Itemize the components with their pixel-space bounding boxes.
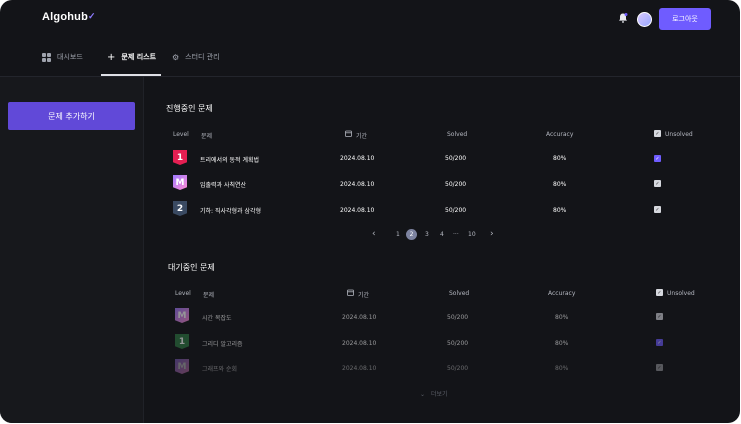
show-more-button[interactable]: ⌄ 더보기 (420, 389, 448, 398)
calendar-icon (345, 130, 352, 139)
problem-solved: 50/200 (447, 314, 469, 321)
level-badge: 2 (173, 201, 187, 216)
unsolved-checkbox[interactable]: ✓ (654, 180, 661, 187)
problem-title[interactable]: 시간 복잡도 (202, 313, 232, 322)
page-1[interactable]: 1 (396, 231, 400, 238)
add-problem-button[interactable]: 문제 추가하기 (8, 102, 135, 130)
grid-icon (42, 52, 51, 62)
page-ellipsis: ··· (453, 231, 459, 238)
tab-bar: 대시보드 + 문제 리스트 ⚙ 스터디 관리 (0, 38, 740, 77)
plus-icon: + (107, 51, 116, 63)
col-level: Level (173, 131, 189, 138)
waiting-title: 대기중인 문제 (168, 263, 215, 272)
active-tab-indicator (101, 74, 161, 76)
avatar[interactable] (637, 12, 652, 27)
unsolved-checkbox[interactable]: ✓ (656, 364, 663, 371)
problem-date: 2024.08.10 (342, 340, 377, 347)
problem-accuracy: 80% (555, 314, 569, 321)
problem-date: 2024.08.10 (342, 365, 377, 372)
col-period: 기간 (358, 292, 370, 299)
unsolved-header-checkbox[interactable]: ✓ (656, 289, 663, 296)
problem-accuracy: 80% (553, 155, 567, 162)
col-unsolved: Unsolved (667, 290, 695, 297)
gear-icon: ⚙ (172, 52, 180, 62)
app-logo[interactable]: Algohub✓ (42, 11, 96, 23)
tab-study-manage-label: 스터디 관리 (185, 53, 220, 61)
in-progress-title: 진행중인 문제 (166, 104, 213, 113)
chevron-down-icon: ⌄ (420, 391, 426, 398)
col-unsolved: Unsolved (665, 131, 693, 138)
problem-solved: 50/200 (445, 181, 467, 188)
level-badge: 1 (175, 334, 189, 349)
col-level: Level (175, 290, 191, 297)
tab-study-manage[interactable]: ⚙ 스터디 관리 (172, 52, 220, 62)
unsolved-checkbox[interactable]: ✓ (654, 155, 661, 162)
unsolved-checkbox[interactable]: ✓ (654, 206, 661, 213)
page-3[interactable]: 3 (425, 231, 429, 238)
logout-button[interactable]: 로그아웃 (659, 8, 711, 30)
col-problem: 문제 (203, 292, 215, 299)
problem-title[interactable]: 그래프와 순회 (202, 364, 237, 373)
next-page-icon[interactable]: › (490, 229, 494, 239)
page-10[interactable]: 10 (468, 231, 476, 238)
show-more-label: 더보기 (430, 391, 448, 398)
col-solved: Solved (447, 131, 468, 138)
tab-dashboard[interactable]: 대시보드 (42, 52, 83, 62)
problem-accuracy: 80% (555, 340, 569, 347)
col-solved: Solved (449, 290, 470, 297)
problem-solved: 50/200 (445, 207, 467, 214)
prev-page-icon[interactable]: ‹ (372, 229, 376, 239)
problem-solved: 50/200 (447, 340, 469, 347)
page-2-current[interactable]: 2 (406, 229, 417, 240)
problem-accuracy: 80% (553, 207, 567, 214)
unsolved-checkbox[interactable]: ✓ (656, 339, 663, 346)
problem-date: 2024.08.10 (342, 314, 377, 321)
unsolved-header-checkbox[interactable]: ✓ (654, 130, 661, 137)
app-window: Algohub✓ 로그아웃 대시보드 + 문제 리스트 ⚙ 스터디 관리 문제 … (0, 0, 740, 423)
tab-problem-list-label: 문제 리스트 (121, 53, 157, 61)
problem-title[interactable]: 기하: 직사각형과 삼각형 (200, 206, 261, 215)
bell-icon[interactable] (617, 12, 629, 24)
tab-dashboard-label: 대시보드 (57, 53, 83, 61)
problem-date: 2024.08.10 (340, 181, 375, 188)
tab-problem-list[interactable]: + 문제 리스트 (107, 52, 156, 62)
problem-title[interactable]: 그리디 알고리즘 (202, 339, 243, 348)
col-period: 기간 (356, 133, 368, 140)
col-accuracy: Accuracy (546, 131, 574, 138)
level-badge: M (175, 359, 189, 374)
page-4[interactable]: 4 (440, 231, 444, 238)
problem-date: 2024.08.10 (340, 207, 375, 214)
problem-solved: 50/200 (447, 365, 469, 372)
level-badge: M (173, 175, 187, 190)
col-accuracy: Accuracy (548, 290, 576, 297)
unsolved-checkbox[interactable]: ✓ (656, 313, 663, 320)
level-badge: 1 (173, 150, 187, 165)
problem-accuracy: 80% (555, 365, 569, 372)
problem-solved: 50/200 (445, 155, 467, 162)
col-problem: 문제 (201, 133, 213, 140)
level-badge: M (175, 308, 189, 323)
problem-title[interactable]: 입출력과 사칙연산 (200, 180, 246, 189)
calendar-icon (347, 289, 354, 298)
problem-accuracy: 80% (553, 181, 567, 188)
problem-date: 2024.08.10 (340, 155, 375, 162)
problem-title[interactable]: 트리에서의 동적 계획법 (200, 155, 259, 164)
